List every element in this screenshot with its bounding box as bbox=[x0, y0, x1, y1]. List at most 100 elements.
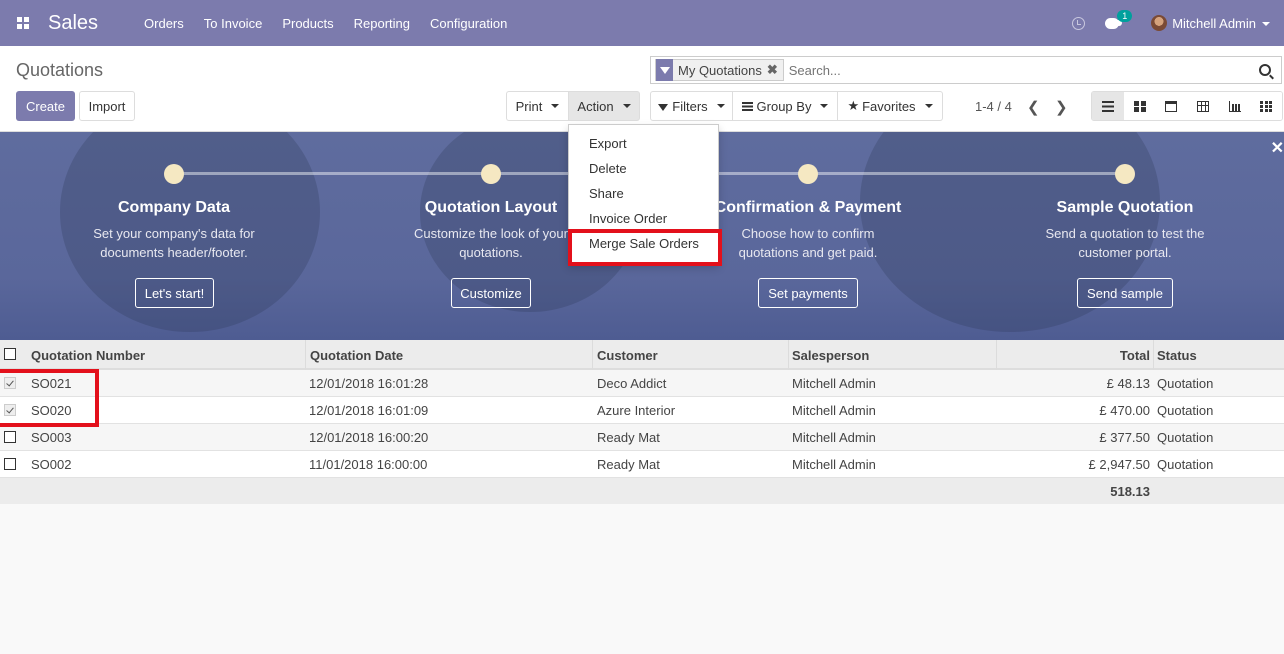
step-dot bbox=[1115, 164, 1135, 184]
apps-menu-icon[interactable] bbox=[0, 0, 46, 46]
cell-status: Quotation bbox=[1157, 403, 1214, 418]
menu-item-invoice-order[interactable]: Invoice Order bbox=[589, 211, 667, 226]
set-payments-button[interactable]: Set payments bbox=[758, 278, 858, 308]
menu-configuration[interactable]: Configuration bbox=[420, 16, 517, 31]
table-row[interactable]: SO002 11/01/2018 16:00:00 Ready Mat Mitc… bbox=[0, 451, 1284, 478]
cell-customer: Ready Mat bbox=[597, 457, 660, 472]
column-header-date[interactable]: Quotation Date bbox=[310, 348, 403, 363]
calendar-icon bbox=[1165, 100, 1178, 112]
menu-to-invoice[interactable]: To Invoice bbox=[194, 16, 273, 31]
menu-item-delete[interactable]: Delete bbox=[589, 161, 627, 176]
step-dot bbox=[798, 164, 818, 184]
filter-icon bbox=[658, 103, 669, 111]
top-navbar: Sales Orders To Invoice Products Reporti… bbox=[0, 0, 1284, 46]
star-icon: ★ bbox=[847, 98, 860, 113]
chevron-down-icon bbox=[820, 104, 829, 108]
cell-total: £ 48.13 bbox=[1106, 376, 1150, 391]
select-all-checkbox[interactable] bbox=[4, 348, 16, 360]
print-label: Print bbox=[515, 98, 543, 114]
remove-facet-icon[interactable]: ✖ bbox=[767, 62, 783, 78]
page-title: Quotations bbox=[16, 60, 104, 80]
list-icon bbox=[1101, 100, 1114, 112]
table-header: Quotation Number Quotation Date Customer… bbox=[0, 340, 1284, 370]
import-button[interactable]: Import bbox=[79, 91, 135, 121]
close-icon[interactable]: ✕ bbox=[1271, 138, 1284, 158]
control-panel: Quotations Create Import Print Action My… bbox=[0, 46, 1284, 132]
column-header-status[interactable]: Status bbox=[1157, 348, 1197, 363]
send-sample-button[interactable]: Send sample bbox=[1077, 278, 1173, 308]
row-checkbox[interactable] bbox=[4, 458, 16, 470]
user-menu[interactable]: Mitchell Admin bbox=[1172, 16, 1270, 31]
app-brand: Sales bbox=[48, 11, 99, 34]
search-facet: My Quotations ✖ bbox=[655, 59, 784, 81]
column-divider bbox=[996, 340, 997, 370]
favorites-label: Favorites bbox=[862, 98, 916, 114]
activity-clock-icon[interactable] bbox=[1072, 16, 1086, 30]
create-button[interactable]: Create bbox=[16, 91, 75, 121]
print-button[interactable]: Print bbox=[506, 91, 568, 121]
list-view-button[interactable] bbox=[1092, 92, 1124, 120]
menu-item-export[interactable]: Export bbox=[589, 136, 627, 151]
lets-start-button[interactable]: Let's start! bbox=[135, 278, 214, 308]
step-title: Company Data bbox=[117, 199, 231, 216]
cell-status: Quotation bbox=[1157, 430, 1214, 445]
calendar-view-button[interactable] bbox=[1155, 92, 1188, 120]
search-bar: My Quotations ✖ bbox=[650, 56, 1282, 84]
search-icon[interactable] bbox=[1259, 64, 1271, 76]
cell-date: 12/01/2018 16:01:28 bbox=[309, 376, 429, 391]
chevron-down-icon bbox=[1262, 22, 1270, 27]
step-dot bbox=[164, 164, 184, 184]
filters-button[interactable]: Filters bbox=[650, 91, 733, 121]
row-checkbox[interactable] bbox=[4, 431, 16, 443]
column-header-number[interactable]: Quotation Number bbox=[31, 348, 145, 363]
pivot-view-button[interactable] bbox=[1187, 92, 1219, 120]
chevron-down-icon bbox=[924, 104, 933, 108]
cell-date: 12/01/2018 16:00:20 bbox=[309, 430, 429, 445]
chevron-down-icon bbox=[551, 104, 560, 108]
bars-icon bbox=[741, 101, 753, 111]
column-header-total[interactable]: Total bbox=[1050, 348, 1150, 363]
search-input[interactable] bbox=[786, 61, 1259, 79]
action-button[interactable]: Action bbox=[568, 91, 640, 121]
table-row[interactable]: SO021 12/01/2018 16:01:28 Deco Addict Mi… bbox=[0, 370, 1284, 397]
filters-label: Filters bbox=[672, 98, 708, 114]
bar-chart-icon bbox=[1228, 100, 1241, 112]
menu-reporting[interactable]: Reporting bbox=[344, 16, 420, 31]
avatar[interactable] bbox=[1151, 15, 1168, 31]
menu-products[interactable]: Products bbox=[272, 16, 343, 31]
cell-date: 12/01/2018 16:01:09 bbox=[309, 403, 429, 418]
step-description: Set your company's data for documents he… bbox=[93, 226, 255, 260]
cell-customer: Deco Addict bbox=[597, 376, 667, 391]
favorites-button[interactable]: ★ Favorites bbox=[838, 91, 943, 121]
chevron-right-icon[interactable]: ❯ bbox=[1055, 98, 1068, 116]
pager-value[interactable]: 1-4 / 4 bbox=[975, 99, 1012, 114]
chevron-left-icon[interactable]: ❮ bbox=[1027, 98, 1040, 116]
highlight-box bbox=[568, 229, 722, 266]
table-row[interactable]: SO003 12/01/2018 16:00:20 Ready Mat Mitc… bbox=[0, 424, 1284, 451]
customize-button[interactable]: Customize bbox=[451, 278, 531, 308]
step-description: Choose how to confirm quotations and get… bbox=[738, 226, 878, 260]
step-description: Send a quotation to test the customer po… bbox=[1045, 226, 1205, 260]
dashboard-view-button[interactable] bbox=[1250, 92, 1283, 120]
column-header-salesperson[interactable]: Salesperson bbox=[792, 348, 869, 363]
menu-orders[interactable]: Orders bbox=[134, 16, 194, 31]
cell-salesperson: Mitchell Admin bbox=[792, 376, 876, 391]
cell-date: 11/01/2018 16:00:00 bbox=[309, 457, 428, 472]
chevron-down-icon bbox=[622, 104, 631, 108]
cell-salesperson: Mitchell Admin bbox=[792, 430, 876, 445]
group-by-button[interactable]: Group By bbox=[733, 91, 838, 121]
cell-total: £ 2,947.50 bbox=[1088, 457, 1150, 472]
column-header-customer[interactable]: Customer bbox=[597, 348, 658, 363]
kanban-view-button[interactable] bbox=[1123, 92, 1156, 120]
cell-number: SO002 bbox=[31, 457, 72, 472]
cell-status: Quotation bbox=[1157, 457, 1214, 472]
step-title: Sample Quotation bbox=[1056, 199, 1194, 216]
footer-total: 518.13 bbox=[1110, 484, 1150, 499]
table-row[interactable]: SO020 12/01/2018 16:01:09 Azure Interior… bbox=[0, 397, 1284, 424]
menu-item-share[interactable]: Share bbox=[589, 186, 624, 201]
chevron-down-icon bbox=[716, 104, 725, 108]
messaging-icon[interactable]: 1 bbox=[1105, 10, 1133, 30]
view-switcher bbox=[1091, 91, 1284, 121]
table-icon bbox=[1196, 100, 1209, 112]
graph-view-button[interactable] bbox=[1218, 92, 1251, 120]
